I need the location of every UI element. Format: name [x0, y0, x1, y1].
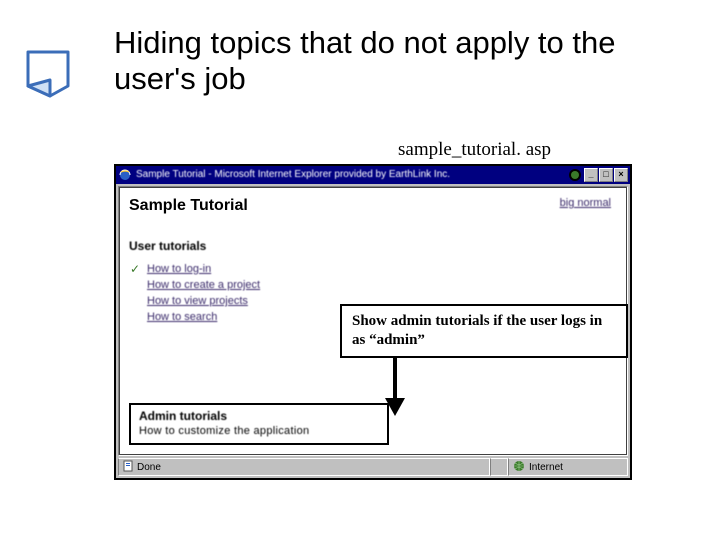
browser-statusbar: Done Internet: [118, 458, 628, 476]
admin-tutorials-heading: Admin tutorials: [139, 409, 379, 423]
callout-arrow-icon: [380, 354, 410, 418]
statusbar-left: Done: [118, 458, 490, 476]
statusbar-text: Done: [137, 462, 161, 473]
tutorial-link[interactable]: How to log-in: [147, 263, 211, 275]
ie-icon: [118, 168, 132, 182]
statusbar-zone: Internet: [508, 458, 628, 476]
admin-tutorial-link[interactable]: How to customize the application: [139, 425, 379, 437]
admin-tutorials-block: Admin tutorials How to customize the app…: [129, 403, 389, 445]
slide-note-icon: [18, 42, 78, 102]
earthlink-logo-icon: [568, 168, 582, 182]
browser-titlebar: Sample Tutorial - Microsoft Internet Exp…: [116, 166, 630, 184]
maximize-button[interactable]: □: [599, 168, 613, 182]
filename-label: sample_tutorial. asp: [398, 140, 551, 159]
callout-annotation: Show admin tutorials if the user logs in…: [340, 304, 628, 358]
statusbar-zone-text: Internet: [529, 462, 563, 473]
page-heading: Sample Tutorial: [129, 197, 617, 215]
user-tutorials-heading: User tutorials: [129, 239, 617, 253]
statusbar-ssl: [490, 458, 508, 476]
minimize-button[interactable]: _: [584, 168, 598, 182]
titlebar-text: Sample Tutorial - Microsoft Internet Exp…: [136, 170, 568, 180]
tutorial-link[interactable]: How to view projects: [147, 295, 248, 307]
page-icon: [123, 460, 133, 475]
slide-title: Hiding topics that do not apply to the u…: [114, 25, 684, 96]
tutorial-link[interactable]: How to search: [147, 311, 217, 323]
tutorial-link[interactable]: How to create a project: [147, 279, 260, 291]
close-button[interactable]: ×: [614, 168, 628, 182]
globe-icon: [513, 460, 525, 475]
